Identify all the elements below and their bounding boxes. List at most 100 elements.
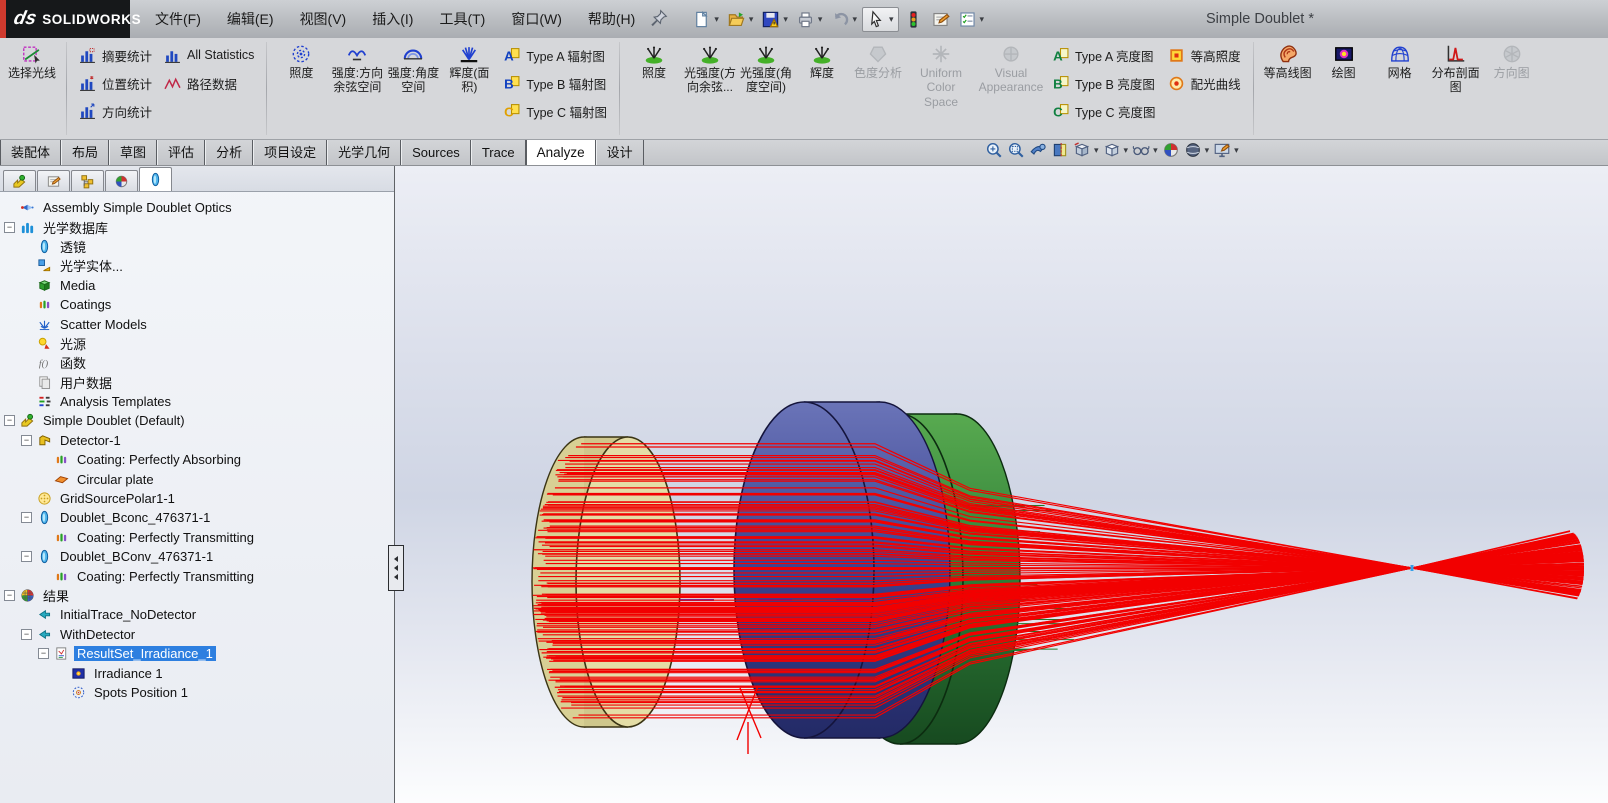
tree-item-resultset-irradiance-1[interactable]: −ResultSet_Irradiance_1 bbox=[0, 644, 394, 663]
tree-item-光源[interactable]: 光源 bbox=[0, 334, 394, 353]
tree-item-coating-perfectly-absorbing[interactable]: Coating: Perfectly Absorbing bbox=[0, 450, 394, 469]
new-document-button[interactable]: ▾ bbox=[689, 8, 722, 31]
ribbon-选择光线-button[interactable]: 选择光线 bbox=[5, 41, 59, 82]
tree-item-光学实体[interactable]: 光学实体... bbox=[0, 256, 394, 275]
ribbon-type-a-辐射图-button[interactable]: AType A 辐射图 bbox=[499, 41, 611, 69]
tab-analyze[interactable]: Analyze bbox=[526, 140, 596, 165]
propertymanager-tab[interactable] bbox=[37, 170, 70, 191]
tree-expander[interactable]: − bbox=[38, 648, 49, 659]
zoom-to-area-button[interactable] bbox=[1007, 141, 1025, 159]
tree-item-media[interactable]: Media bbox=[0, 276, 394, 295]
tree-item-用户数据[interactable]: 用户数据 bbox=[0, 373, 394, 392]
save-document-button[interactable]: ▾ bbox=[758, 8, 791, 31]
display-style-dropdown[interactable]: ▾ bbox=[1124, 145, 1129, 156]
tree-expander[interactable]: − bbox=[21, 512, 32, 523]
edit-appearance-button[interactable] bbox=[928, 8, 953, 31]
tree-expander[interactable]: − bbox=[21, 629, 32, 640]
tree-item-函数[interactable]: f()函数 bbox=[0, 353, 394, 372]
tab-光学几何[interactable]: 光学几何 bbox=[327, 140, 401, 165]
tree-expander[interactable]: − bbox=[21, 435, 32, 446]
tree-item-doublet-bconc-476371-1[interactable]: −Doublet_Bconc_476371-1 bbox=[0, 508, 394, 527]
tree-item-spots-position-1[interactable]: Spots Position 1 bbox=[0, 683, 394, 702]
menu-编辑-e[interactable]: 编辑(E) bbox=[214, 0, 287, 38]
hide-show-items-button[interactable]: ▾ bbox=[1132, 141, 1158, 159]
tree-item-透镜[interactable]: 透镜 bbox=[0, 237, 394, 256]
ribbon-方向统计-button[interactable]: 方向统计 bbox=[75, 97, 156, 125]
displaymanager-tab[interactable] bbox=[105, 170, 138, 191]
ribbon-辉度-button[interactable]: 辉度 bbox=[795, 41, 849, 82]
tree-item-gridsourcepolar1-1[interactable]: GridSourcePolar1-1 bbox=[0, 489, 394, 508]
ribbon-type-b-亮度图-button[interactable]: BType B 亮度图 bbox=[1048, 69, 1160, 97]
open-document-button[interactable]: ▾ bbox=[724, 8, 757, 31]
interference-check-button[interactable] bbox=[901, 8, 926, 31]
edit-appearance-button[interactable] bbox=[1162, 141, 1180, 159]
tree-item-withdetector[interactable]: −WithDetector bbox=[0, 625, 394, 644]
select-tool-button[interactable]: ▾ bbox=[862, 7, 899, 32]
select-tool-dropdown[interactable]: ▾ bbox=[889, 14, 894, 25]
menu-视图-v[interactable]: 视图(V) bbox=[287, 0, 360, 38]
save-document-dropdown[interactable]: ▾ bbox=[783, 14, 788, 25]
tree-item-coatings[interactable]: Coatings bbox=[0, 295, 394, 314]
view-settings-dropdown[interactable]: ▾ bbox=[1234, 145, 1239, 156]
options-button[interactable]: ▾ bbox=[955, 8, 988, 31]
menu-文件-f[interactable]: 文件(F) bbox=[142, 0, 214, 38]
ribbon-路径数据-button[interactable]: 路径数据 bbox=[160, 69, 258, 97]
pin-menu-icon[interactable] bbox=[650, 9, 670, 29]
tab-评估[interactable]: 评估 bbox=[157, 140, 205, 165]
undo-dropdown[interactable]: ▾ bbox=[852, 14, 857, 25]
ribbon-光强度-角度空间-button[interactable]: 光强度(角度空间) bbox=[739, 41, 793, 97]
tab-sources[interactable]: Sources bbox=[401, 140, 471, 165]
ribbon-type-b-辐射图-button[interactable]: BType B 辐射图 bbox=[499, 69, 611, 97]
tab-分析[interactable]: 分析 bbox=[205, 140, 253, 165]
ribbon-位置统计-button[interactable]: 位置统计 bbox=[75, 69, 156, 97]
tree-item-scatter-models[interactable]: Scatter Models bbox=[0, 314, 394, 333]
ribbon-照度-button[interactable]: 照度 bbox=[627, 41, 681, 82]
ribbon-分布剖面图-button[interactable]: 分布剖面图 bbox=[1429, 41, 1483, 97]
ribbon-光强度-方向余弦-button[interactable]: 光强度(方向余弦... bbox=[683, 41, 737, 97]
tab-草图[interactable]: 草图 bbox=[109, 140, 157, 165]
print-button[interactable]: ▾ bbox=[793, 8, 826, 31]
section-view-button[interactable] bbox=[1051, 141, 1069, 159]
tab-项目设定[interactable]: 项目设定 bbox=[253, 140, 327, 165]
menu-插入-i[interactable]: 插入(I) bbox=[359, 0, 426, 38]
ribbon-网格-button[interactable]: 网格 bbox=[1373, 41, 1427, 82]
panel-splitter-handle[interactable] bbox=[388, 545, 404, 591]
ribbon-强度-方向余弦空间-button[interactable]: 强度:方向余弦空间 bbox=[330, 41, 384, 97]
tab-设计[interactable]: 设计 bbox=[596, 140, 644, 165]
menu-工具-t[interactable]: 工具(T) bbox=[426, 0, 498, 38]
open-document-dropdown[interactable]: ▾ bbox=[749, 14, 754, 25]
menu-窗口-w[interactable]: 窗口(W) bbox=[498, 0, 575, 38]
featuremanager-tab[interactable] bbox=[3, 170, 36, 191]
tree-expander[interactable]: − bbox=[4, 590, 15, 601]
tree-item-simple-doublet-default[interactable]: −Simple Doublet (Default) bbox=[0, 411, 394, 430]
ribbon-all-statistics-button[interactable]: All Statistics bbox=[160, 41, 258, 69]
menu-帮助-h[interactable]: 帮助(H) bbox=[575, 0, 648, 38]
view-orientation-button[interactable]: ▾ bbox=[1073, 141, 1099, 159]
tree-item-coating-perfectly-transmitting[interactable]: Coating: Perfectly Transmitting bbox=[0, 566, 394, 585]
tree-expander[interactable]: − bbox=[21, 551, 32, 562]
tree-item-结果[interactable]: −结果 bbox=[0, 586, 394, 605]
ribbon-摘要统计-button[interactable]: 摘要统计 bbox=[75, 41, 156, 69]
tree-expander[interactable]: − bbox=[4, 222, 15, 233]
new-document-dropdown[interactable]: ▾ bbox=[714, 14, 719, 25]
ribbon-type-c-辐射图-button[interactable]: CType C 辐射图 bbox=[499, 97, 611, 125]
tree-item-光学数据库[interactable]: −光学数据库 bbox=[0, 217, 394, 236]
ribbon-照度-button[interactable]: 照度 bbox=[274, 41, 328, 82]
hide-show-items-dropdown[interactable]: ▾ bbox=[1153, 145, 1158, 156]
tree-expander[interactable]: − bbox=[4, 415, 15, 426]
options-dropdown[interactable]: ▾ bbox=[980, 14, 985, 25]
previous-view-button[interactable] bbox=[1029, 141, 1047, 159]
ribbon-辉度-面积-button[interactable]: 辉度(面积) bbox=[442, 41, 496, 97]
tree-item-assembly-simple-doublet-optics[interactable]: Assembly Simple Doublet Optics bbox=[0, 198, 394, 217]
tab-布局[interactable]: 布局 bbox=[61, 140, 109, 165]
tab-装配体[interactable]: 装配体 bbox=[0, 140, 61, 165]
tree-item-doublet-bconv-476371-1[interactable]: −Doublet_BConv_476371-1 bbox=[0, 547, 394, 566]
ribbon-等高照度-button[interactable]: 等高照度 bbox=[1164, 41, 1245, 69]
view-orientation-dropdown[interactable]: ▾ bbox=[1094, 145, 1099, 156]
ribbon-绘图-button[interactable]: 绘图 bbox=[1317, 41, 1371, 82]
tab-trace[interactable]: Trace bbox=[471, 140, 526, 165]
zoom-to-fit-button[interactable] bbox=[985, 141, 1003, 159]
apply-scene-dropdown[interactable]: ▾ bbox=[1205, 145, 1210, 156]
ribbon-强度-角度空间-button[interactable]: 强度:角度空间 bbox=[386, 41, 440, 97]
undo-button[interactable]: ▾ bbox=[827, 8, 860, 31]
